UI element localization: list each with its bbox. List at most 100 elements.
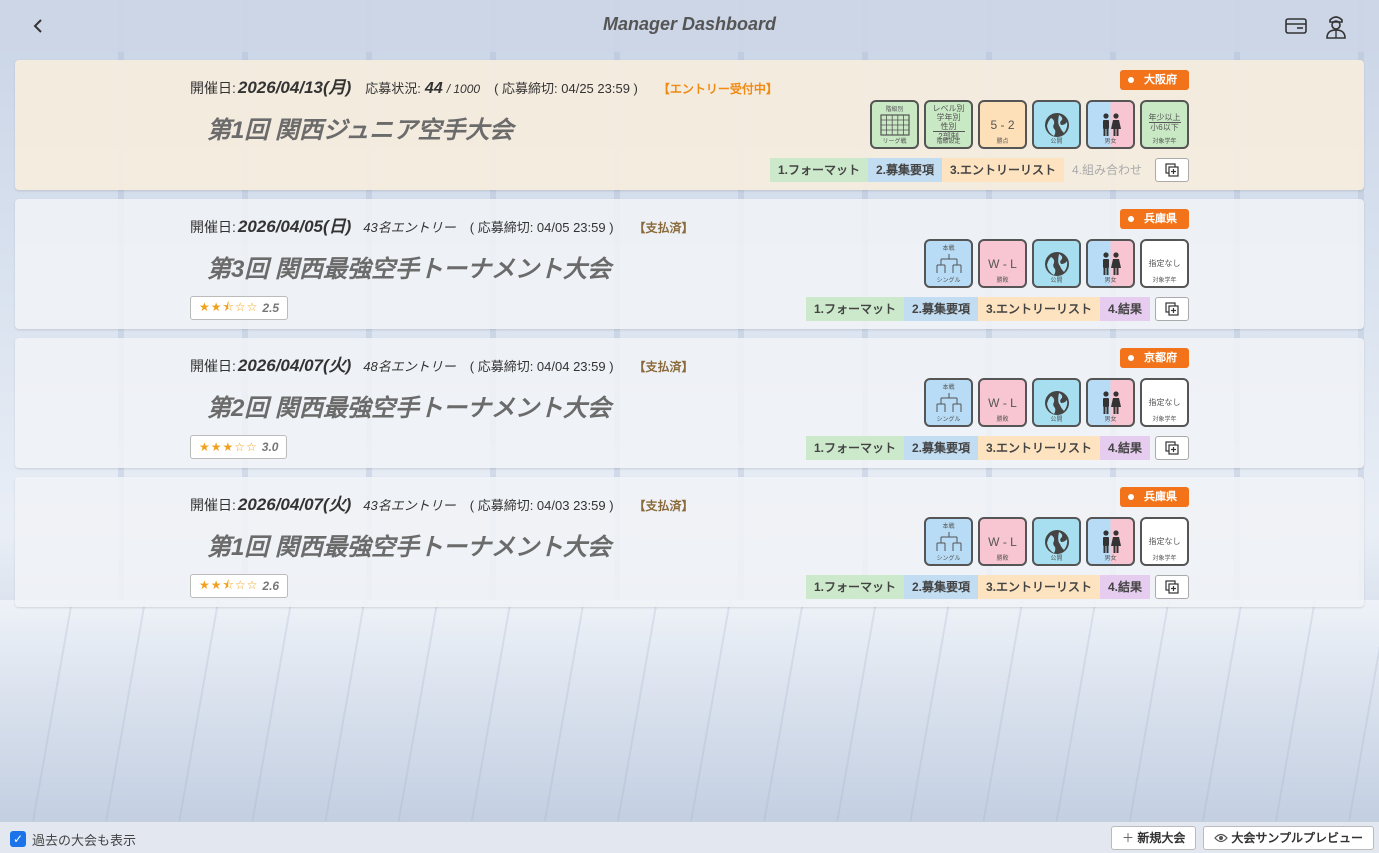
globe-icon — [1044, 251, 1069, 276]
new-tournament-button[interactable]: ＋ 新規大会 — [1111, 826, 1197, 850]
copy-button[interactable] — [1155, 158, 1189, 182]
entry-list-button[interactable]: 3.エントリーリスト — [977, 436, 1100, 460]
tile-line: レベル別 — [932, 104, 965, 113]
deadline: ( 応募締切: 04/03 23:59 ) — [469, 498, 614, 513]
tile-bottom-label: 階級設定 — [936, 139, 961, 145]
requirements-button[interactable]: 2.募集要項 — [903, 436, 978, 460]
tile-bottom-label: 勝敗 — [996, 278, 1009, 284]
card-icon[interactable] — [1285, 18, 1307, 38]
gender-tile[interactable]: 男女 — [1086, 239, 1135, 288]
gender-icon — [1102, 112, 1121, 136]
tournament-name[interactable]: 第2回 関西最強空手トーナメント大会 — [207, 388, 611, 423]
gender-tile[interactable]: 男女 — [1086, 378, 1135, 427]
action-bar: 1.フォーマット 2.募集要項 3.エントリーリスト 4.結果 — [805, 436, 1150, 460]
visibility-tile[interactable]: 公開 — [1032, 100, 1081, 149]
tile-bottom-label: シングル — [936, 417, 961, 423]
division-tile[interactable]: レベル別 学年別 性別 2部制 階級設定 — [924, 100, 973, 149]
tile-bottom-label: 男女 — [1104, 278, 1117, 284]
tile-bottom-label: 公開 — [1050, 417, 1063, 423]
entry-list-button[interactable]: 3.エントリーリスト — [941, 158, 1064, 182]
tile-bottom-label: 男女 — [1104, 139, 1117, 145]
grade-tile[interactable]: 指定なし 対象学年 — [1140, 239, 1189, 288]
tile-bottom-label: 勝敗 — [996, 556, 1009, 562]
event-date: 2026/04/07(火) — [237, 356, 352, 375]
points-tile[interactable]: W - L 勝敗 — [978, 517, 1027, 566]
tournament-card[interactable]: 開催日: 2026/04/07(火) 48名エントリー ( 応募締切: 04/0… — [15, 338, 1364, 468]
points-tile[interactable]: 5 - 2 勝点 — [978, 100, 1027, 149]
background-floor — [0, 600, 1379, 821]
info-line: 開催日: 2026/04/07(火) 48名エントリー ( 応募締切: 04/0… — [190, 351, 694, 375]
copy-button[interactable] — [1155, 297, 1189, 321]
format-tile[interactable]: 階級別 リーグ戦 — [870, 100, 919, 149]
entry-list-button[interactable]: 3.エントリーリスト — [977, 297, 1100, 321]
copy-button[interactable] — [1155, 436, 1189, 460]
show-past-checkbox[interactable]: ✓ — [10, 831, 26, 847]
tile-main-label: W - L — [988, 256, 1017, 271]
gender-tile[interactable]: 男女 — [1086, 100, 1135, 149]
requirements-button[interactable]: 2.募集要項 — [903, 297, 978, 321]
tile-bottom-label: 公開 — [1050, 139, 1063, 145]
grade-tile[interactable]: 年少以上 小6以下 対象学年 — [1140, 100, 1189, 149]
tournament-card[interactable]: 開催日: 2026/04/05(日) 43名エントリー ( 応募締切: 04/0… — [15, 199, 1364, 329]
requirements-button[interactable]: 2.募集要項 — [867, 158, 942, 182]
show-past-label[interactable]: 過去の大会も表示 — [32, 830, 136, 849]
tile-bottom-label: 対象学年 — [1152, 556, 1177, 562]
visibility-tile[interactable]: 公開 — [1032, 378, 1081, 427]
date-label: 開催日: — [190, 358, 236, 374]
grade-tile[interactable]: 指定なし 対象学年 — [1140, 517, 1189, 566]
date-label: 開催日: — [190, 80, 236, 96]
sample-preview-button[interactable]: 大会サンプルプレビュー — [1203, 826, 1374, 850]
tile-line: 年少以上 — [1148, 113, 1181, 122]
entry-list-button[interactable]: 3.エントリーリスト — [977, 575, 1100, 599]
tournament-name[interactable]: 第3回 関西最強空手トーナメント大会 — [207, 249, 611, 284]
points-tile[interactable]: W - L 勝敗 — [978, 239, 1027, 288]
tile-bottom-label: 公開 — [1050, 556, 1063, 562]
format-button[interactable]: 1.フォーマット — [805, 575, 904, 599]
matchups-button[interactable]: 4.組み合わせ — [1064, 158, 1150, 182]
grade-tile[interactable]: 指定なし 対象学年 — [1140, 378, 1189, 427]
gender-tile[interactable]: 男女 — [1086, 517, 1135, 566]
gender-icon — [1102, 529, 1121, 553]
setting-tiles: 本戦 シングル W - L 勝敗 公開 男女 指定なし 対象学年 — [924, 239, 1189, 289]
tile-main-label: W - L — [988, 534, 1017, 549]
event-date: 2026/04/13(月) — [237, 78, 352, 97]
page-title: Manager Dashboard — [602, 14, 777, 34]
user-icon[interactable] — [1325, 13, 1347, 43]
gender-icon — [1102, 251, 1121, 275]
rating-value: 2.6 — [262, 579, 280, 593]
globe-icon — [1044, 390, 1069, 415]
rating-value: 2.5 — [262, 301, 280, 315]
action-bar: 1.フォーマット 2.募集要項 3.エントリーリスト 4.結果 — [805, 575, 1150, 599]
results-button[interactable]: 4.結果 — [1099, 436, 1150, 460]
globe-icon — [1044, 529, 1069, 554]
tournament-card[interactable]: 開催日: 2026/04/07(火) 43名エントリー ( 応募締切: 04/0… — [15, 477, 1364, 607]
points-tile[interactable]: W - L 勝敗 — [978, 378, 1027, 427]
tournament-list: 開催日: 2026/04/13(月) 応募状況: 44 / 1000 ( 応募締… — [15, 60, 1364, 616]
results-button[interactable]: 4.結果 — [1099, 297, 1150, 321]
event-date: 2026/04/05(日) — [237, 217, 352, 236]
format-button[interactable]: 1.フォーマット — [805, 297, 904, 321]
tile-line: 性別 — [940, 122, 957, 131]
format-button[interactable]: 1.フォーマット — [805, 436, 904, 460]
format-button[interactable]: 1.フォーマット — [769, 158, 868, 182]
requirements-button[interactable]: 2.募集要項 — [903, 575, 978, 599]
tile-top-label: 本戦 — [942, 385, 955, 391]
copy-button[interactable] — [1155, 575, 1189, 599]
format-tile[interactable]: 本戦 シングル — [924, 517, 973, 566]
tournament-card[interactable]: 開催日: 2026/04/13(月) 応募状況: 44 / 1000 ( 応募締… — [15, 60, 1364, 190]
tile-bottom-label: リーグ戦 — [882, 139, 907, 145]
results-button[interactable]: 4.結果 — [1099, 575, 1150, 599]
tile-bottom-label: シングル — [936, 556, 961, 562]
entry-count: 48名エントリー — [363, 359, 456, 374]
visibility-tile[interactable]: 公開 — [1032, 517, 1081, 566]
tournament-name[interactable]: 第1回 関西ジュニア空手大会 — [207, 110, 513, 145]
tournament-name[interactable]: 第1回 関西最強空手トーナメント大会 — [207, 527, 611, 562]
visibility-tile[interactable]: 公開 — [1032, 239, 1081, 288]
deadline: ( 応募締切: 04/05 23:59 ) — [469, 220, 614, 235]
setting-tiles: 本戦 シングル W - L 勝敗 公開 男女 指定なし 対象学年 — [924, 517, 1189, 567]
format-tile[interactable]: 本戦 シングル — [924, 239, 973, 288]
format-tile[interactable]: 本戦 シングル — [924, 378, 973, 427]
tile-top-label: 本戦 — [942, 524, 955, 530]
date-label: 開催日: — [190, 219, 236, 235]
copy-icon — [1165, 163, 1179, 177]
